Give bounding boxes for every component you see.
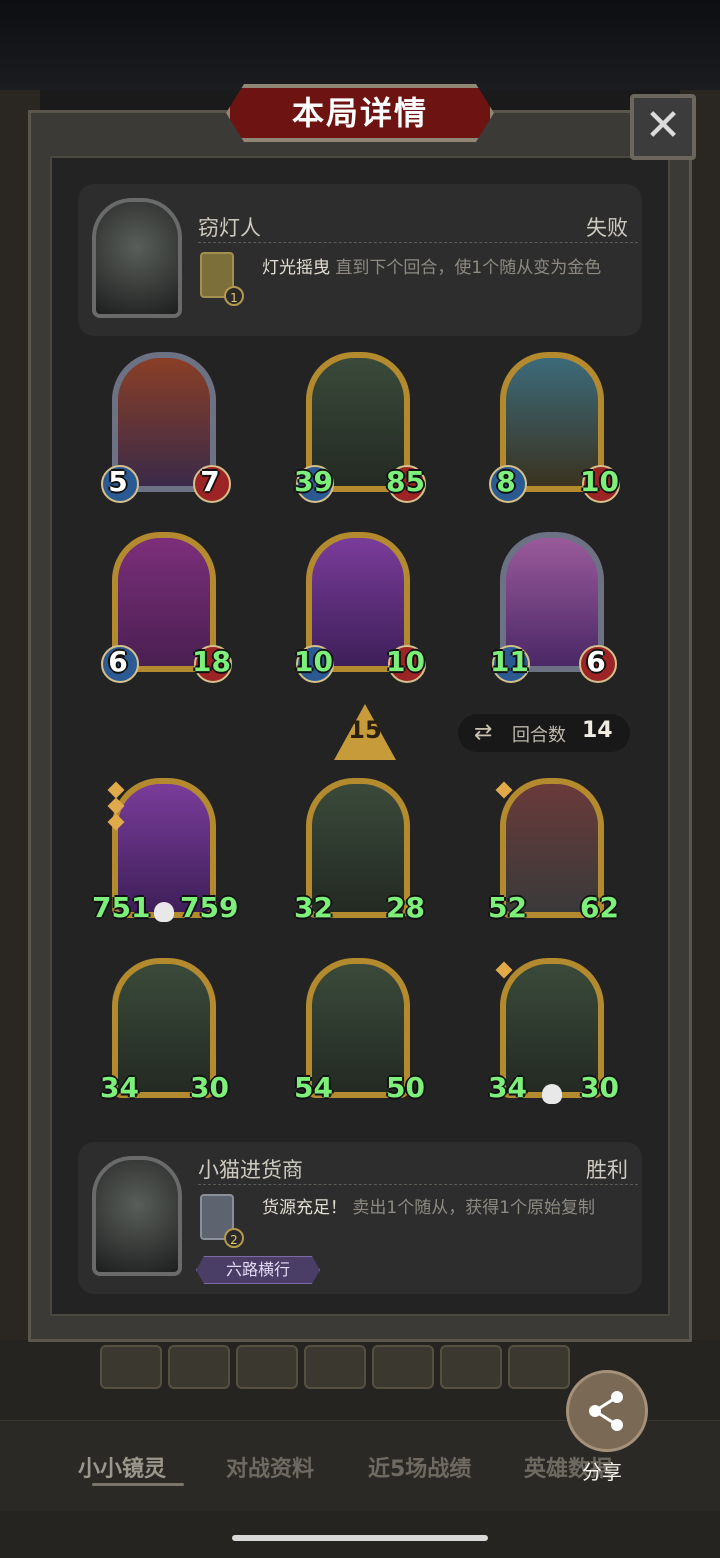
minion-card[interactable]: 8 10 [489, 352, 621, 503]
close-button[interactable]: ✕ [630, 94, 696, 160]
skill-level-badge: 1 [224, 286, 244, 306]
minion-card[interactable]: 54 50 [294, 958, 425, 1108]
minion-card[interactable]: 34 30 [488, 958, 619, 1108]
active-tab-indicator [92, 1483, 184, 1486]
minion-thumbnail-strip [100, 1345, 570, 1389]
skill-description: 直到下个回合，使1个随从变为金色 [335, 258, 602, 278]
minion-card[interactable]: 6 18 [101, 532, 233, 683]
thumbnail [100, 1345, 162, 1389]
minion-card[interactable]: 32 28 [294, 778, 425, 928]
skill-name: 货源充足！ [262, 1198, 347, 1218]
attack-value: 11 [490, 645, 531, 683]
skill-name: 灯光摇曳 [262, 258, 330, 278]
rounds-value: 14 [582, 718, 613, 743]
skull-icon [154, 902, 174, 922]
attack-value: 751 [92, 891, 151, 924]
health-value: 10 [386, 645, 427, 683]
minion-card[interactable]: 751 759 [92, 778, 238, 928]
minion-card[interactable]: 34 30 [100, 958, 229, 1108]
thumbnail [304, 1345, 366, 1389]
health-value: 28 [386, 891, 425, 924]
share-button[interactable] [566, 1370, 648, 1452]
opponent-skill: 灯光摇曳 直到下个回合，使1个随从变为金色 [262, 256, 622, 280]
player-skill: 货源充足！ 卖出1个随从，获得1个原始复制 [262, 1196, 628, 1220]
tab-recent-games[interactable]: 近5场战绩 [368, 1451, 471, 1483]
player-result: 胜利 [586, 1158, 628, 1182]
health-value: 18 [192, 645, 233, 683]
opponent-result: 失败 [586, 216, 628, 240]
attack-value: 10 [294, 645, 335, 683]
health-value: 85 [386, 465, 427, 503]
attack-value: 39 [294, 465, 335, 503]
skill-description: 卖出1个随从，获得1个原始复制 [352, 1198, 596, 1218]
skill-level-badge: 2 [224, 1228, 244, 1248]
tab-battle-info[interactable]: 对战资料 [226, 1451, 314, 1483]
thumbnail [508, 1345, 570, 1389]
attack-value: 34 [100, 1071, 139, 1104]
health-value: 759 [180, 891, 239, 924]
attack-value: 32 [294, 891, 333, 924]
tier-value: 15 [348, 716, 382, 744]
thumbnail [236, 1345, 298, 1389]
attack-value: 54 [294, 1071, 333, 1104]
thumbnail [372, 1345, 434, 1389]
tab-mirror-spirit[interactable]: 小小镜灵 [78, 1451, 166, 1483]
minion-card[interactable]: 10 10 [294, 532, 427, 683]
health-value: 6 [579, 644, 617, 683]
attack-value: 8 [489, 464, 527, 503]
player-name: 小猫进货商 [198, 1158, 303, 1182]
opponent-name: 窃灯人 [198, 216, 261, 240]
trait-tag: 六路横行 [196, 1256, 320, 1284]
attack-value: 5 [101, 464, 139, 503]
page-title: 本局详情 [291, 94, 428, 132]
minion-card[interactable]: 11 6 [490, 532, 617, 683]
divider [198, 242, 638, 243]
health-value: 30 [190, 1071, 229, 1104]
minion-card[interactable]: 39 85 [294, 352, 427, 503]
health-value: 7 [193, 464, 231, 503]
player-avatar [92, 1156, 182, 1276]
health-value: 62 [580, 891, 619, 924]
attack-value: 6 [101, 644, 139, 683]
thumbnail [168, 1345, 230, 1389]
attack-value: 52 [488, 891, 527, 924]
thumbnail [440, 1345, 502, 1389]
minion-card[interactable]: 52 62 [488, 778, 619, 928]
health-value: 50 [386, 1071, 425, 1104]
attack-value: 34 [488, 1071, 527, 1104]
minion-card[interactable]: 5 7 [101, 352, 231, 503]
status-area [0, 0, 720, 90]
close-icon: ✕ [644, 100, 682, 151]
skull-icon [542, 1084, 562, 1104]
rounds-label: 回合数 [512, 725, 566, 746]
home-indicator[interactable] [232, 1535, 488, 1541]
share-label: 分享 [582, 1460, 622, 1484]
opponent-avatar [92, 198, 182, 318]
rounds-icon: ⇄ [474, 720, 493, 745]
share-icon [589, 1391, 623, 1431]
divider [198, 1184, 638, 1185]
health-value: 30 [580, 1071, 619, 1104]
health-value: 10 [580, 465, 621, 503]
